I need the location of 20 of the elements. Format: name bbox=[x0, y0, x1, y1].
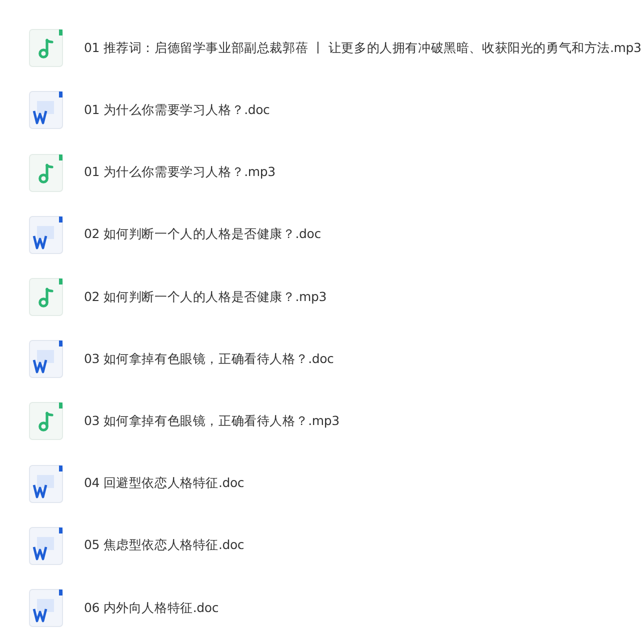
file-name[interactable]: 01 为什么你需要学习人格？.doc bbox=[84, 100, 270, 120]
file-name[interactable]: 01 推荐词：启德留学事业部副总裁郭蓓 丨 让更多的人拥有冲破黑暗、收获阳光的勇气和方法.mp3 bbox=[84, 38, 642, 58]
music-note-file-icon bbox=[29, 29, 63, 68]
file-name[interactable]: 06 内外向人格特征.doc bbox=[84, 598, 219, 618]
word-document-icon bbox=[29, 216, 63, 254]
word-document-icon bbox=[29, 588, 63, 627]
file-name[interactable]: 03 如何拿掉有色眼镜，正确看待人格？.doc bbox=[84, 350, 334, 368]
word-document-icon bbox=[29, 464, 63, 503]
file-name[interactable]: 02 如何判断一个人的人格是否健康？.mp3 bbox=[84, 288, 327, 306]
file-name[interactable]: 01 为什么你需要学习人格？.mp3 bbox=[84, 163, 276, 182]
file-name[interactable]: 05 焦虑型依恋人格特征.doc bbox=[84, 536, 244, 556]
word-document-icon bbox=[29, 526, 63, 565]
word-document-icon bbox=[29, 91, 63, 130]
music-note-file-icon bbox=[29, 278, 63, 316]
file-name[interactable]: 04 回避型依恋人格特征.doc bbox=[84, 474, 244, 493]
word-document-icon bbox=[29, 340, 63, 378]
file-name[interactable]: 03 如何拿掉有色眼镜，正确看待人格？.mp3 bbox=[84, 412, 340, 431]
music-note-file-icon bbox=[29, 402, 63, 440]
music-note-file-icon bbox=[29, 154, 63, 192]
file-name[interactable]: 02 如何判断一个人的人格是否健康？.doc bbox=[84, 225, 321, 244]
